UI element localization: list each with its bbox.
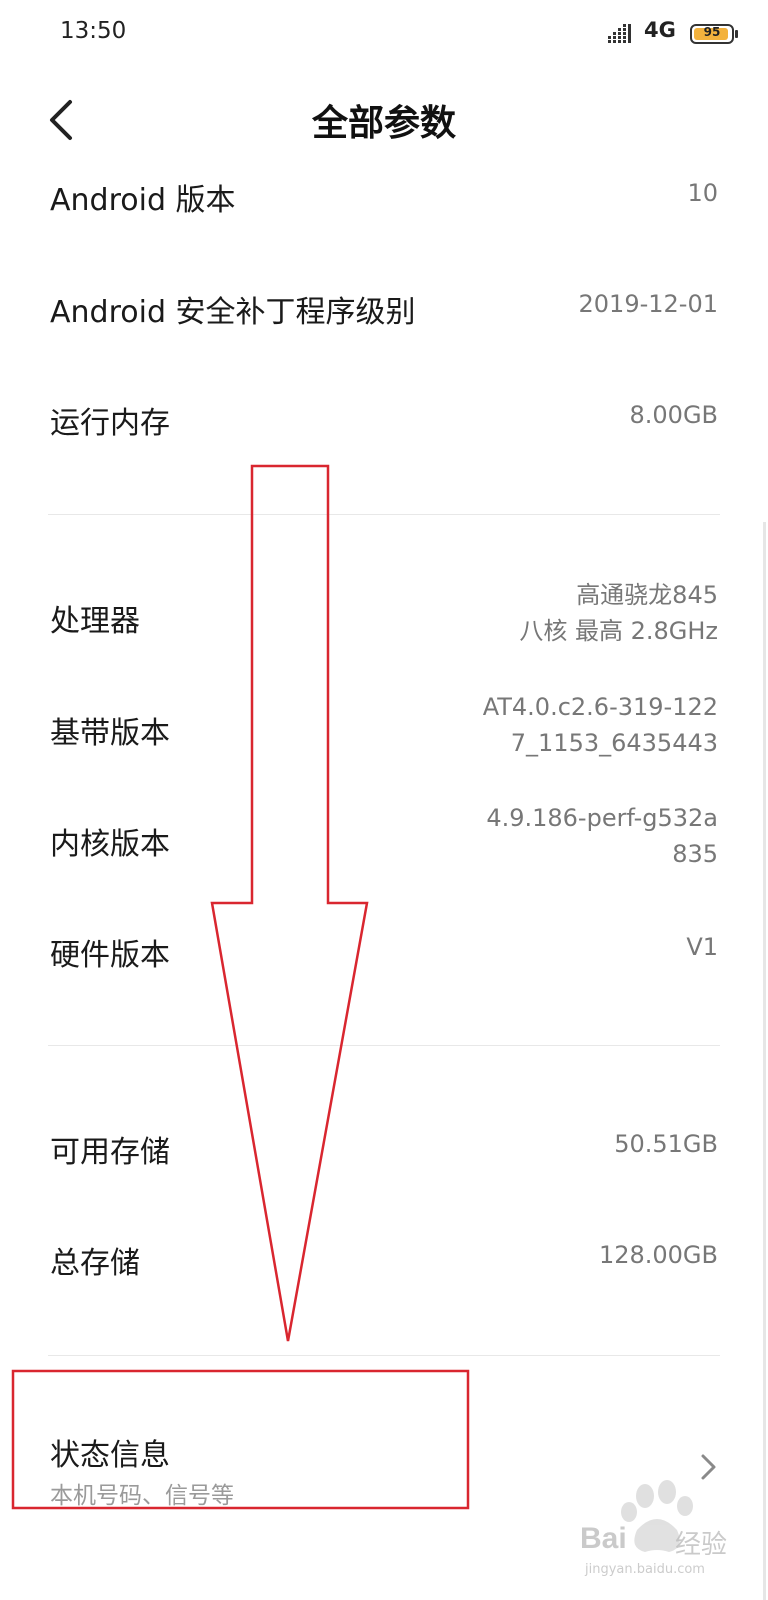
param-value: 8.00GB (630, 397, 719, 433)
param-value-line: 8.00GB (629, 401, 719, 429)
param-value: 高通骁龙845 八核 最高 2.8GHz (519, 577, 718, 649)
signal-icon (608, 24, 631, 43)
section-divider (48, 514, 720, 515)
status-time: 13:50 (60, 18, 127, 44)
param-value: 128.00GB (599, 1237, 718, 1273)
param-value-line: 高通骁龙845 (576, 581, 718, 609)
param-value: 50.51GB (614, 1126, 718, 1162)
param-label: 总存储 (50, 1246, 140, 1281)
battery-level: 95 (703, 25, 721, 39)
param-label: 可用存储 (50, 1135, 170, 1170)
param-value-line: 八核 最高 2.8GHz (519, 617, 718, 645)
param-value: 10 (687, 175, 718, 211)
param-label: Android 安全补丁程序级别 (50, 295, 416, 330)
section-divider (48, 1045, 720, 1046)
param-label: 运行内存 (50, 406, 170, 441)
header: 全部参数 (0, 84, 768, 154)
param-label: Android 版本 (50, 183, 236, 218)
watermark: Bai 经验 jingyan.baidu.com (580, 1470, 735, 1580)
status-info-label: 状态信息 (50, 1438, 170, 1473)
param-value: 4.9.186-perf-g532a 835 (486, 800, 718, 872)
param-label: 内核版本 (50, 827, 170, 862)
watermark-url: jingyan.baidu.com (585, 1562, 705, 1577)
page-title: 全部参数 (311, 103, 456, 144)
watermark-brand: Bai (580, 1522, 627, 1555)
param-value-line: 50.51GB (614, 1130, 718, 1158)
param-label: 处理器 (50, 604, 140, 639)
param-value-line: 128.00GB (598, 1241, 718, 1269)
battery-icon: 95 (690, 24, 734, 44)
scrollbar[interactable] (763, 522, 766, 1600)
battery-tip (735, 30, 738, 38)
annotation-down-arrow (210, 464, 369, 1342)
param-value: 2019-12-01 (579, 286, 718, 322)
section-divider (48, 1355, 720, 1356)
network-type: 4G (644, 18, 676, 42)
param-value: AT4.0.c2.6-319-122 7_1153_6435443 (483, 689, 718, 761)
param-value-line: 10 (687, 179, 718, 207)
watermark-brand-tail: 经验 (675, 1530, 728, 1560)
param-value-line: 7_1153_6435443 (510, 729, 718, 757)
param-value-line: 835 (672, 840, 718, 868)
param-label: 基带版本 (50, 716, 170, 751)
status-bar: 13:50 4G 95 (0, 0, 768, 66)
param-value: V1 (686, 929, 718, 965)
param-label: 硬件版本 (50, 938, 170, 973)
param-value-line: AT4.0.c2.6-319-122 (482, 693, 718, 721)
param-value-line: 4.9.186-perf-g532a (486, 804, 718, 832)
status-info-subtitle: 本机号码、信号等 (50, 1483, 234, 1509)
param-value-line: V1 (686, 933, 718, 961)
param-value-line: 2019-12-01 (578, 290, 718, 318)
